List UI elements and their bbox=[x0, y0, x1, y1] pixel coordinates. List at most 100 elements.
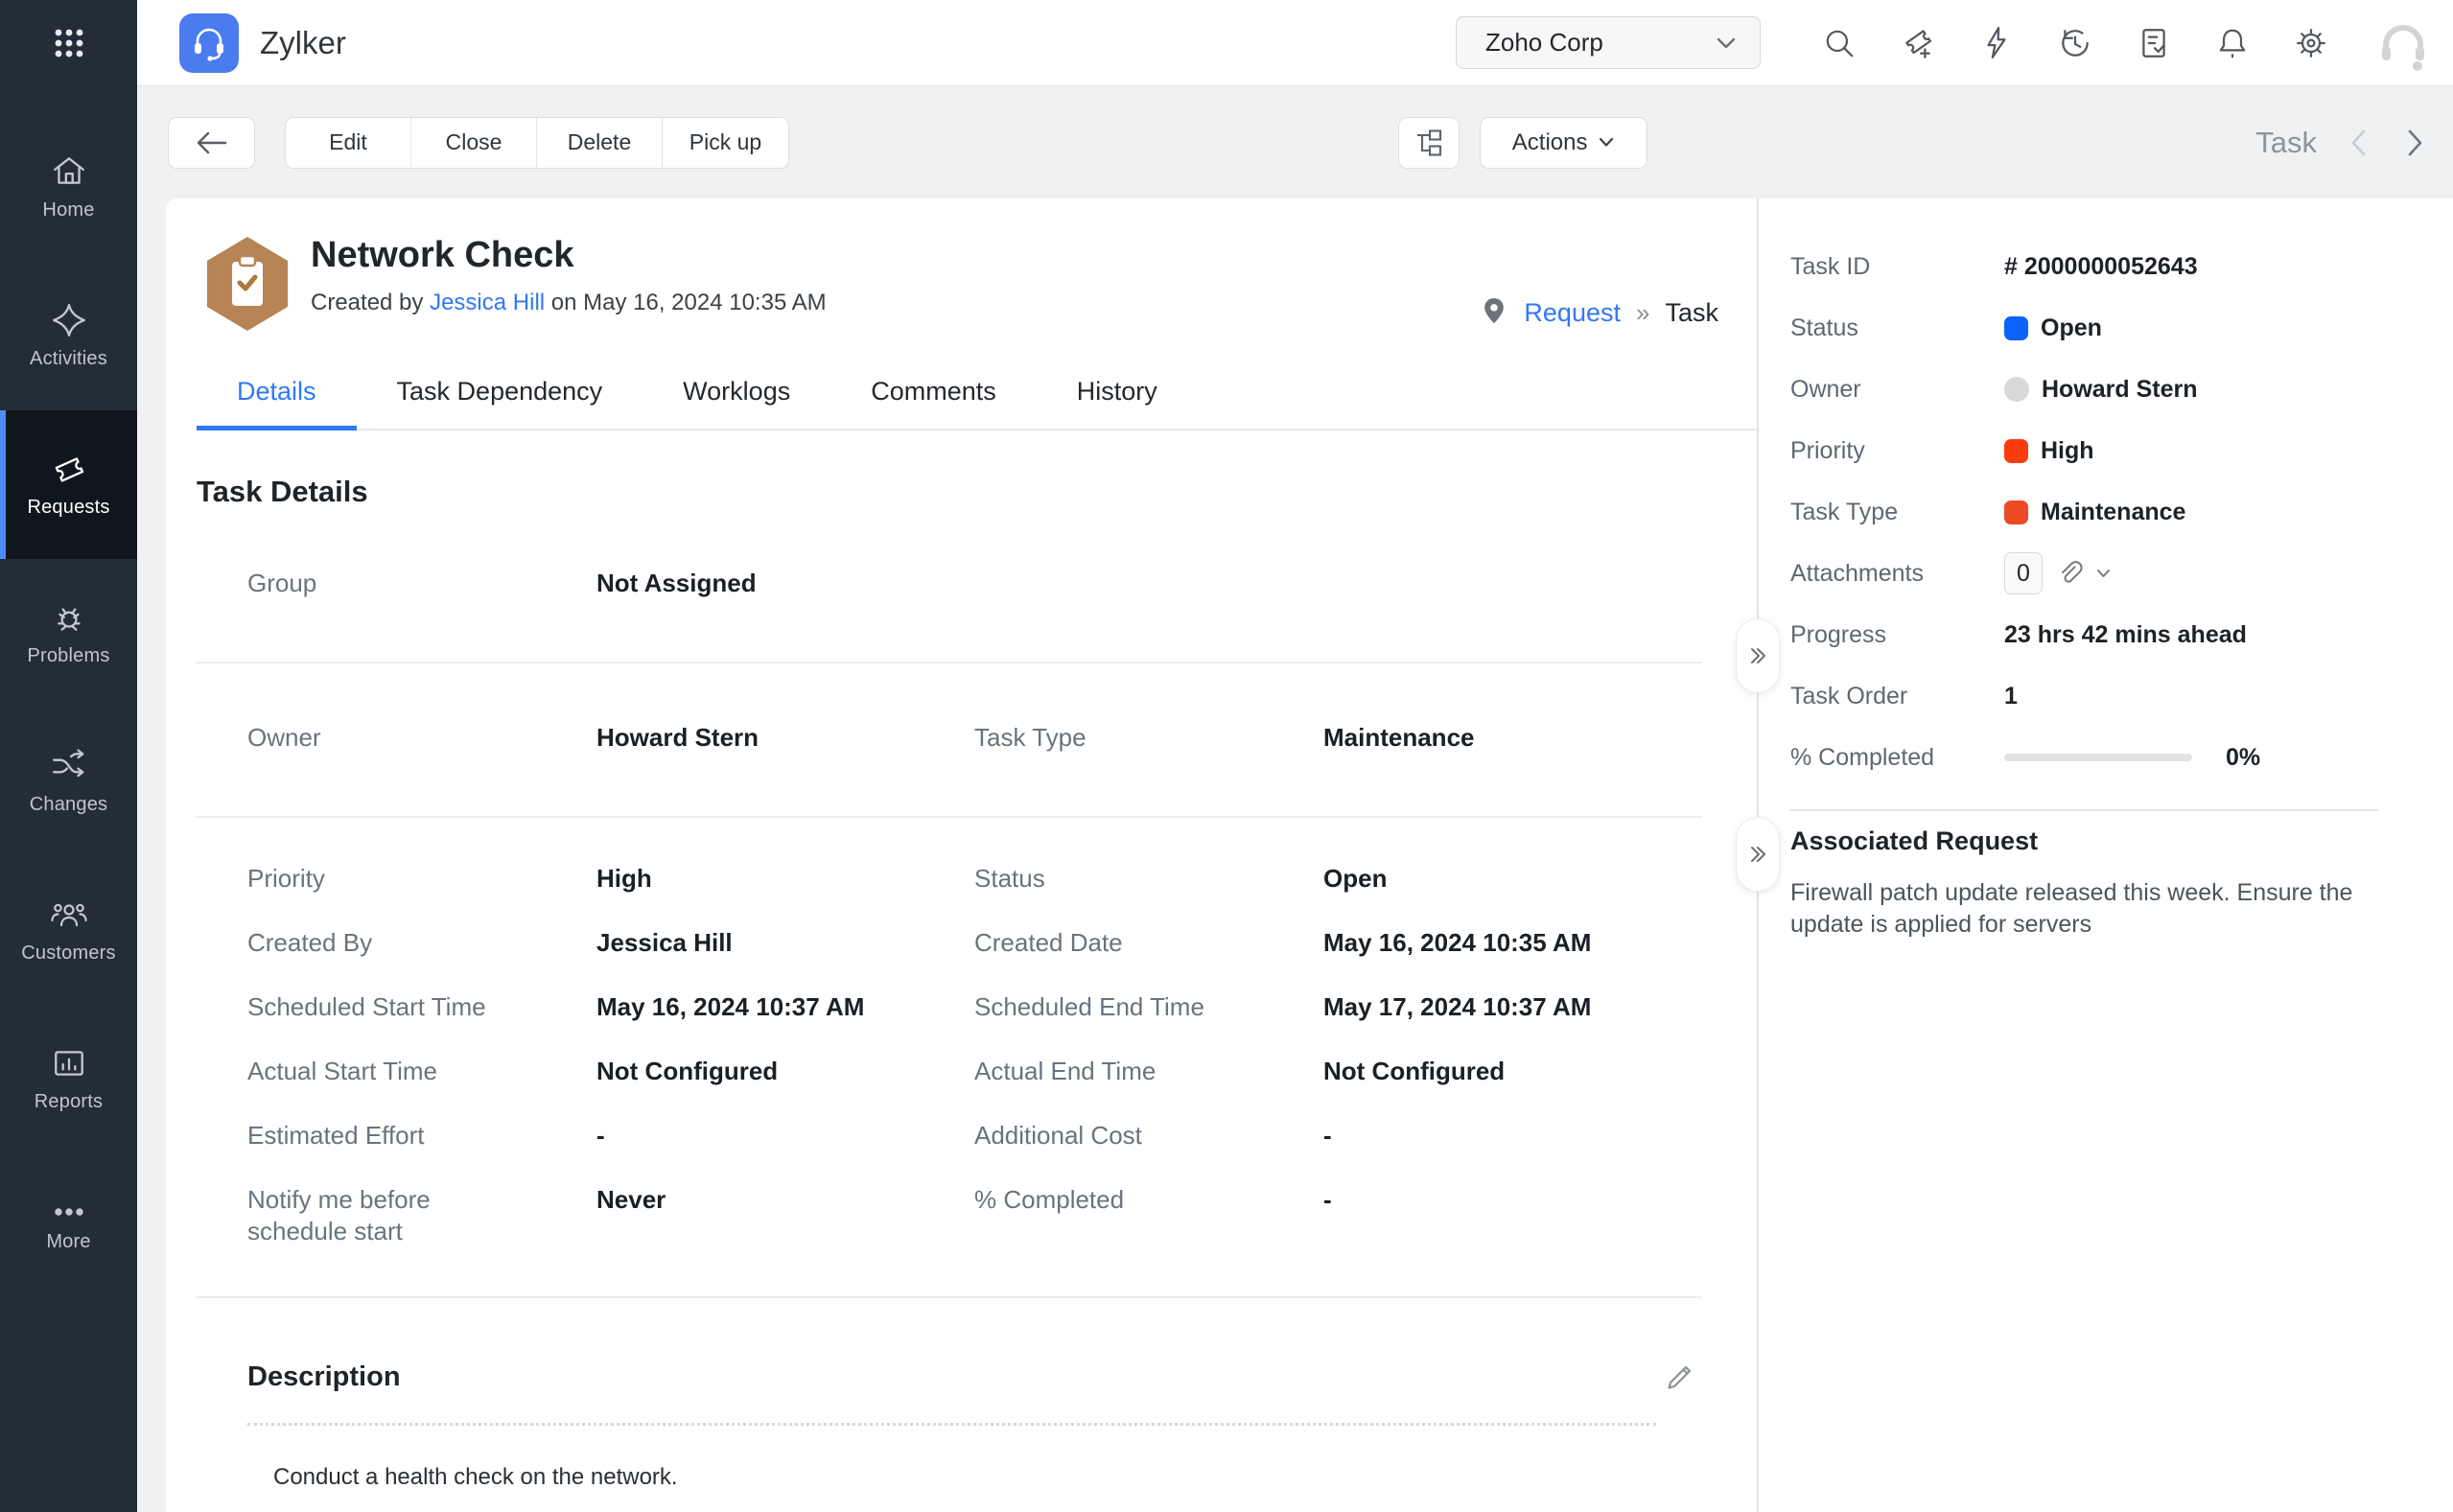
field-value: May 17, 2024 10:37 AM bbox=[1323, 991, 1701, 1023]
sidebar-item-home[interactable]: Home bbox=[0, 113, 137, 262]
tab-details[interactable]: Details bbox=[197, 361, 357, 430]
progress-value: 23 hrs 42 mins ahead bbox=[2004, 621, 2415, 649]
field-value: - bbox=[596, 1120, 974, 1151]
field-row: Owner Howard Stern Task Type Maintenance bbox=[197, 706, 1701, 770]
field-row: Created By Jessica Hill Created Date May… bbox=[197, 911, 1701, 975]
field-value: Never bbox=[596, 1184, 974, 1216]
percent-completed-value: 0% bbox=[2226, 744, 2260, 772]
paperclip-icon[interactable] bbox=[2055, 559, 2084, 588]
panel-divider bbox=[1790, 809, 2378, 811]
field-label: Actual Start Time bbox=[247, 1056, 596, 1087]
delete-button[interactable]: Delete bbox=[537, 118, 663, 168]
collapse-request-button[interactable] bbox=[1736, 817, 1780, 892]
field-row: Priority High Status Open bbox=[197, 847, 1701, 911]
edit-description-button[interactable] bbox=[1659, 1356, 1701, 1398]
field-priority: Priority High bbox=[247, 863, 974, 895]
field-row: Actual Start Time Not Configured Actual … bbox=[197, 1039, 1701, 1104]
panel-label: Priority bbox=[1790, 437, 2004, 465]
search-icon[interactable] bbox=[1822, 26, 1857, 60]
task-title: Network Check bbox=[311, 235, 827, 276]
progress-bar[interactable] bbox=[2004, 754, 2192, 761]
field-owner: Owner Howard Stern bbox=[247, 722, 974, 754]
field-row: Scheduled Start Time May 16, 2024 10:37 … bbox=[197, 975, 1701, 1039]
sidebar-item-activities[interactable]: Activities bbox=[0, 262, 137, 410]
sidebar: Home Activities Requests bbox=[0, 0, 137, 1512]
actions-dropdown-button[interactable]: Actions bbox=[1480, 117, 1647, 169]
priority-value: High bbox=[2041, 437, 2094, 465]
sidebar-item-reports[interactable]: Reports bbox=[0, 1005, 137, 1153]
field-label: Created By bbox=[247, 927, 596, 959]
panel-value[interactable]: Howard Stern bbox=[2004, 376, 2415, 404]
app-name: Zylker bbox=[260, 25, 346, 61]
sidebar-nav: Home Activities Requests bbox=[0, 113, 137, 1302]
quick-actions-icon[interactable] bbox=[1979, 26, 2014, 60]
field-value: May 16, 2024 10:37 AM bbox=[596, 991, 974, 1023]
field-additional-cost: Additional Cost - bbox=[974, 1120, 1701, 1151]
breadcrumb-parent-link[interactable]: Request bbox=[1524, 298, 1621, 328]
sidebar-item-label: Reports bbox=[35, 1091, 103, 1113]
panel-label: Attachments bbox=[1790, 560, 2004, 588]
panel-value[interactable]: Maintenance bbox=[2004, 499, 2415, 526]
task-type-value: Maintenance bbox=[2041, 499, 2185, 526]
sidebar-item-label: Home bbox=[42, 199, 94, 221]
panel-row-status: Status Open bbox=[1790, 297, 2415, 359]
panel-label: Task Type bbox=[1790, 499, 2004, 526]
notifications-bell-icon[interactable] bbox=[2215, 26, 2250, 60]
org-selector-dropdown[interactable]: Zoho Corp bbox=[1456, 16, 1761, 69]
collapse-panel-button[interactable] bbox=[1736, 618, 1780, 693]
settings-gear-icon[interactable] bbox=[2294, 26, 2328, 60]
panel-value[interactable]: High bbox=[2004, 437, 2415, 465]
actions-label: Actions bbox=[1512, 129, 1588, 156]
task-detail-card: Network Check Created by Jessica Hill on… bbox=[166, 198, 1757, 1512]
sidebar-item-problems[interactable]: Problems bbox=[0, 559, 137, 708]
field-label: Actual End Time bbox=[974, 1056, 1323, 1087]
chevron-down-icon[interactable] bbox=[2096, 569, 2111, 578]
customers-icon bbox=[50, 896, 88, 933]
field-status: Status Open bbox=[974, 863, 1701, 895]
next-record-icon[interactable] bbox=[2399, 127, 2432, 159]
tab-worklogs[interactable]: Worklogs bbox=[642, 361, 830, 430]
panel-row-task-type: Task Type Maintenance bbox=[1790, 481, 2415, 543]
field-label: Owner bbox=[247, 722, 596, 754]
field-label: Scheduled End Time bbox=[974, 991, 1323, 1023]
created-by-link[interactable]: Jessica Hill bbox=[430, 290, 545, 315]
workspace: Edit Close Delete Pick up Actions bbox=[137, 86, 2453, 1512]
close-button[interactable]: Close bbox=[411, 118, 537, 168]
topbar-actions: Zoho Corp bbox=[1456, 12, 2434, 74]
tab-task-dependency[interactable]: Task Dependency bbox=[357, 361, 643, 430]
description-header: Description bbox=[166, 1298, 1757, 1398]
history-icon[interactable] bbox=[2058, 26, 2092, 60]
grid-dots-icon bbox=[50, 24, 88, 62]
sidebar-item-label: Changes bbox=[30, 794, 107, 816]
pickup-button[interactable]: Pick up bbox=[663, 118, 788, 168]
sidebar-item-customers[interactable]: Customers bbox=[0, 856, 137, 1005]
tab-comments[interactable]: Comments bbox=[830, 361, 1037, 430]
tab-history[interactable]: History bbox=[1037, 361, 1198, 430]
sidebar-item-requests[interactable]: Requests bbox=[0, 410, 137, 559]
sidebar-item-label: Requests bbox=[27, 497, 109, 519]
app-grid-icon[interactable] bbox=[0, 0, 137, 86]
task-tree-button[interactable] bbox=[1398, 117, 1460, 169]
panel-label: Task Order bbox=[1790, 683, 2004, 710]
add-request-icon[interactable] bbox=[1901, 26, 1935, 60]
created-prefix: Created by bbox=[311, 290, 430, 315]
task-hexagon-icon bbox=[203, 235, 292, 333]
edit-button[interactable]: Edit bbox=[286, 118, 411, 168]
panel-value[interactable]: Open bbox=[2004, 314, 2415, 342]
app-logo[interactable] bbox=[179, 13, 239, 73]
title-block: Network Check Created by Jessica Hill on… bbox=[311, 235, 827, 333]
sidebar-item-more[interactable]: More bbox=[0, 1153, 137, 1302]
back-button[interactable] bbox=[168, 117, 255, 169]
field-label: Created Date bbox=[974, 927, 1323, 959]
previous-record-icon[interactable] bbox=[2342, 127, 2374, 159]
sidebar-item-label: More bbox=[46, 1231, 90, 1253]
field-label: Priority bbox=[247, 863, 596, 895]
survey-icon[interactable] bbox=[2137, 26, 2171, 60]
sidebar-item-changes[interactable]: Changes bbox=[0, 708, 137, 856]
user-avatar[interactable] bbox=[2372, 12, 2434, 74]
status-value: Open bbox=[2041, 314, 2102, 342]
panel-row-progress: Progress 23 hrs 42 mins ahead bbox=[1790, 604, 2415, 665]
toolbar: Edit Close Delete Pick up Actions bbox=[137, 86, 2453, 198]
field-value: Howard Stern bbox=[596, 722, 974, 754]
panel-label: Task ID bbox=[1790, 253, 2004, 281]
